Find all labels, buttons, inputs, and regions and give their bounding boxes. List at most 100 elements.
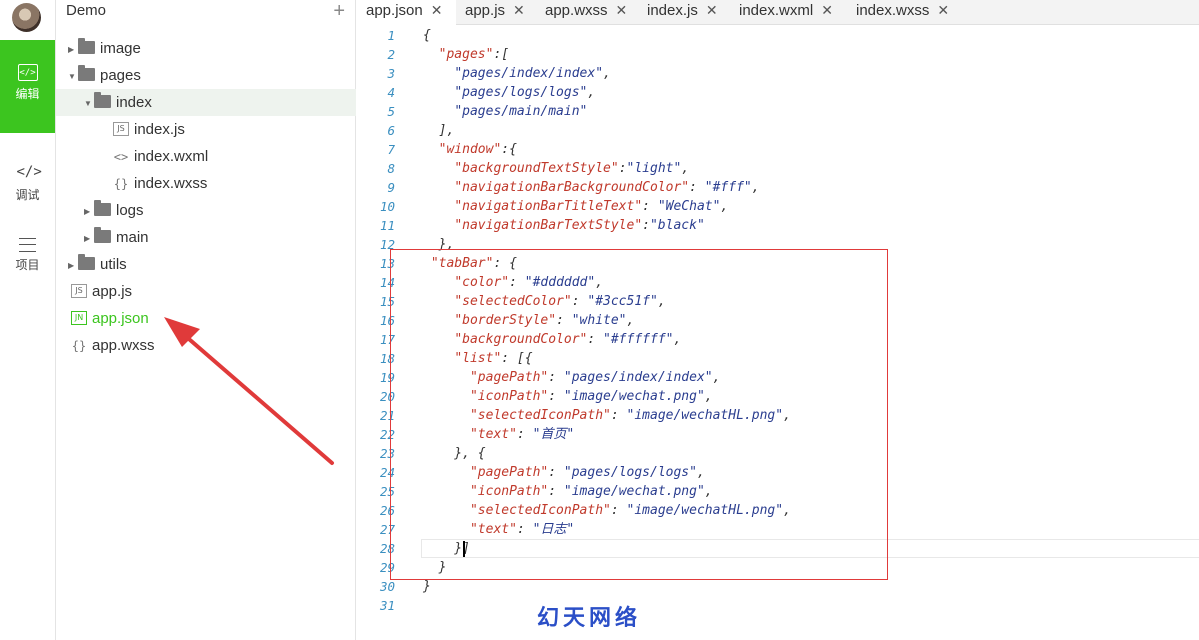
user-avatar[interactable] <box>12 3 41 32</box>
tab-label: app.json <box>366 2 423 19</box>
activity-project[interactable]: 项目 <box>0 230 55 298</box>
tab-label: index.wxss <box>856 2 930 19</box>
tree-item-image[interactable]: ▶ image <box>56 35 356 62</box>
line-number: 31 <box>379 598 395 613</box>
activity-edit[interactable]: </> 编辑 <box>0 40 55 133</box>
tree-item-index-folder[interactable]: ▼ index <box>56 89 356 116</box>
line-number: 7 <box>387 142 395 157</box>
close-icon[interactable]: ✕ <box>937 2 949 18</box>
js-file-icon: JS <box>113 121 129 136</box>
line-number: 6 <box>387 123 395 138</box>
code-line[interactable]: "pages/main/main" <box>423 102 587 121</box>
caret-right-icon: ▶ <box>84 206 91 216</box>
code-line[interactable]: ], <box>423 121 455 140</box>
close-icon[interactable]: ✕ <box>821 2 833 18</box>
code-line[interactable]: "backgroundColor": "#ffffff", <box>423 330 681 349</box>
line-number: 21 <box>379 408 395 423</box>
activity-edit-label: 编辑 <box>15 87 40 101</box>
code-line[interactable]: }, { <box>423 444 485 463</box>
current-line-highlight <box>421 539 1199 558</box>
menu-icon <box>19 238 36 252</box>
tree-item-index-wxss[interactable]: {} index.wxss <box>56 170 356 197</box>
code-line[interactable]: } <box>423 558 447 577</box>
close-icon[interactable]: ✕ <box>513 2 525 18</box>
code-line[interactable]: "selectedIconPath": "image/wechatHL.png"… <box>423 501 791 520</box>
tree-item-logs[interactable]: ▶ logs <box>56 197 356 224</box>
line-number: 14 <box>379 275 395 290</box>
line-number: 10 <box>379 199 395 214</box>
line-number: 11 <box>379 218 395 233</box>
tree-item-label: index.wxml <box>134 148 209 165</box>
code-line[interactable]: "selectedIconPath": "image/wechatHL.png"… <box>423 406 791 425</box>
folder-icon <box>94 227 111 244</box>
code-line[interactable]: "backgroundTextStyle":"light", <box>423 159 689 178</box>
code-line[interactable]: "iconPath": "image/wechat.png", <box>423 387 713 406</box>
caret-right-icon: ▶ <box>68 260 75 270</box>
code-line[interactable]: "pagePath": "pages/logs/logs", <box>423 463 705 482</box>
tab-index-js[interactable]: index.js ✕ <box>638 0 730 25</box>
file-explorer: Demo + ▶ image ▼ pages ▼ index JS index.js <… <box>56 0 356 640</box>
code-line[interactable]: { <box>423 26 431 45</box>
tree-item-utils[interactable]: ▶ utils <box>56 251 356 278</box>
tree-item-app-wxss[interactable]: {} app.wxss <box>56 332 356 359</box>
code-line[interactable]: "borderStyle": "white", <box>423 311 634 330</box>
line-number: 13 <box>379 256 395 271</box>
code-line[interactable]: "pages/logs/logs", <box>423 83 595 102</box>
tab-app-js[interactable]: app.js ✕ <box>456 0 536 25</box>
markup-file-icon: <> <box>113 150 129 164</box>
code-line[interactable]: "text": "首页" <box>423 425 574 444</box>
line-number: 20 <box>379 389 395 404</box>
code-line[interactable]: "selectedColor": "#3cc51f", <box>423 292 665 311</box>
tree-item-app-json[interactable]: JN app.json <box>56 305 356 332</box>
tab-index-wxml[interactable]: index.wxml ✕ <box>730 0 847 25</box>
activity-debug[interactable]: </> 调试 <box>0 150 55 218</box>
style-file-icon: {} <box>71 339 87 353</box>
tree-item-label: app.js <box>92 283 133 300</box>
close-icon[interactable]: ✕ <box>616 2 628 18</box>
line-number: 29 <box>379 560 395 575</box>
line-number: 12 <box>379 237 395 252</box>
code-line[interactable]: "iconPath": "image/wechat.png", <box>423 482 713 501</box>
line-number: 17 <box>379 332 395 347</box>
tab-index-wxss[interactable]: index.wxss ✕ <box>847 0 957 25</box>
tab-app-wxss[interactable]: app.wxss ✕ <box>536 0 638 25</box>
tree-item-main[interactable]: ▶ main <box>56 224 356 251</box>
tree-item-index-js[interactable]: JS index.js <box>56 116 356 143</box>
tree-item-pages[interactable]: ▼ pages <box>56 62 356 89</box>
code-line[interactable]: "pages":[ <box>423 45 509 64</box>
explorer-header: Demo + <box>56 0 355 24</box>
close-icon[interactable]: ✕ <box>431 2 443 18</box>
folder-icon <box>78 38 95 55</box>
tree-item-index-wxml[interactable]: <> index.wxml <box>56 143 356 170</box>
caret-down-icon: ▼ <box>84 98 92 108</box>
code-line[interactable]: "text": "日志" <box>423 520 574 539</box>
tab-label: index.js <box>647 2 698 19</box>
tab-label: app.js <box>465 2 506 19</box>
line-number: 15 <box>379 294 395 309</box>
style-file-icon: {} <box>113 177 129 191</box>
code-line[interactable]: "color": "#dddddd", <box>423 273 603 292</box>
code-line[interactable]: "pages/index/index", <box>423 64 611 83</box>
line-number: 23 <box>379 446 395 461</box>
folder-open-icon <box>78 65 95 82</box>
code-line[interactable]: "navigationBarTextStyle":"black" <box>423 216 704 235</box>
tree-item-app-js[interactable]: JS app.js <box>56 278 356 305</box>
code-line[interactable]: "navigationBarBackgroundColor": "#fff", <box>423 178 759 197</box>
code-line[interactable]: }, <box>423 235 455 254</box>
code-line[interactable]: "window":{ <box>423 140 517 159</box>
close-icon[interactable]: ✕ <box>706 2 718 18</box>
code-line[interactable]: "pagePath": "pages/index/index", <box>423 368 720 387</box>
line-number: 9 <box>387 180 395 195</box>
code-line[interactable]: "list": [{ <box>423 349 532 368</box>
code-line[interactable]: "navigationBarTitleText": "WeChat", <box>423 197 728 216</box>
tab-app-json[interactable]: app.json ✕ <box>357 0 456 26</box>
code-editor[interactable]: 1 2 3 4 5 6 7 8 9 10 11 12 13 14 15 16 17 18 19 20 21 22 23 24 2… <box>357 26 1199 640</box>
tree-item-label: logs <box>116 202 144 219</box>
code-line[interactable]: "tabBar": { <box>423 254 517 273</box>
line-number: 16 <box>379 313 395 328</box>
code-line[interactable]: } <box>423 577 431 596</box>
add-icon[interactable]: + <box>333 0 345 22</box>
line-number: 4 <box>387 85 395 100</box>
line-number: 8 <box>387 161 395 176</box>
line-number: 5 <box>387 104 395 119</box>
